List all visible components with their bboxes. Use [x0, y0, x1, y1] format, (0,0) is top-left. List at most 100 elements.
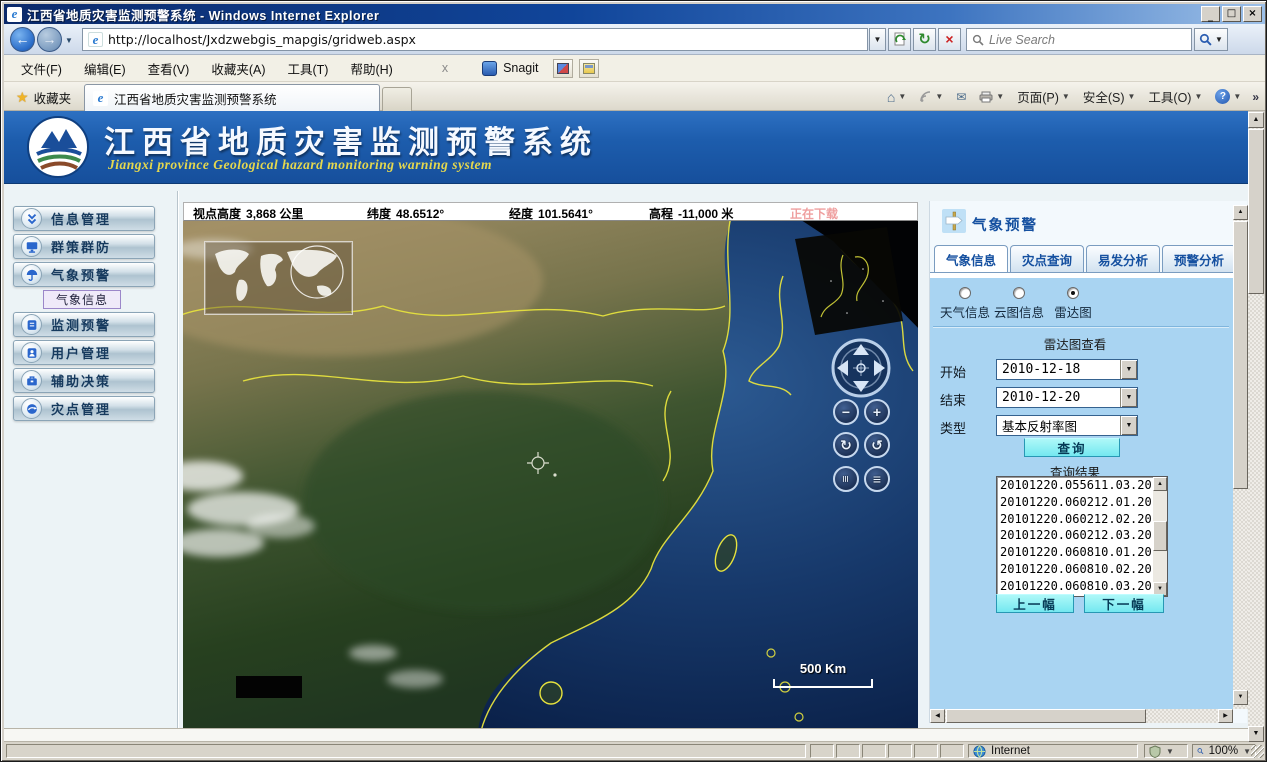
scroll-up-icon[interactable]: ▲: [1153, 477, 1167, 491]
globe-map-view[interactable]: − + ↻ ↺ ≡ ≡ 500 Km: [183, 221, 918, 731]
scroll-left-icon[interactable]: ◀: [930, 709, 945, 723]
list-item[interactable]: 20101220.060212.02.20.: [997, 511, 1167, 528]
minimize-button[interactable]: _: [1201, 6, 1220, 22]
snagit-label[interactable]: Snagit: [503, 61, 538, 75]
list-item[interactable]: 20101220.060810.02.20.: [997, 561, 1167, 578]
snagit-window-button[interactable]: [579, 59, 599, 78]
start-date-select[interactable]: 2010-12-18 ▼: [996, 359, 1138, 380]
list-item[interactable]: 20101220.055611.03.20.: [997, 477, 1167, 494]
radio-group-cloud[interactable]: 云图信息: [992, 287, 1046, 321]
results-listbox[interactable]: 20101220.055611.03.20. 20101220.060212.0…: [996, 476, 1168, 597]
maximize-button[interactable]: □: [1222, 6, 1241, 22]
tab-weather-info[interactable]: 气象信息: [934, 245, 1008, 272]
chevron-down-icon[interactable]: ▼: [1120, 360, 1137, 379]
address-dropdown-button[interactable]: ▼: [869, 28, 886, 51]
scroll-down-icon[interactable]: ▼: [1248, 726, 1264, 742]
search-input[interactable]: Live Search: [966, 28, 1192, 51]
zoom-level-cell[interactable]: 100% ▼: [1192, 744, 1256, 758]
print-button[interactable]: ▼: [977, 89, 1006, 105]
page-vertical-scrollbar[interactable]: ▲ ▼: [1248, 112, 1264, 742]
address-input[interactable]: e http://localhost/Jxdzwebgis_mapgis/gri…: [82, 28, 868, 51]
help-menu[interactable]: ?▼: [1213, 87, 1243, 106]
tilt-button[interactable]: ≡: [833, 466, 859, 492]
stop-button[interactable]: ×: [938, 28, 961, 51]
page-menu[interactable]: 页面(P)▼: [1015, 85, 1072, 108]
recent-pages-dropdown-icon[interactable]: ▼: [65, 36, 73, 45]
menu-file[interactable]: 文件(F): [10, 55, 73, 82]
radio-group-weather[interactable]: 天气信息: [938, 287, 992, 321]
home-button[interactable]: ⌂▼: [885, 87, 908, 107]
menu-edit[interactable]: 编辑(E): [73, 55, 137, 82]
toolbar-close-button[interactable]: x: [434, 57, 456, 79]
panel-vertical-scrollbar[interactable]: ▲ ▼: [1233, 205, 1248, 709]
overview-map[interactable]: [204, 241, 353, 315]
chevron-down-icon[interactable]: ▼: [1166, 747, 1174, 756]
scrollbar-thumb[interactable]: [1153, 521, 1167, 551]
layers-button[interactable]: ≡: [864, 466, 890, 492]
forward-button[interactable]: →: [37, 27, 62, 52]
radio-weather-info[interactable]: [959, 287, 971, 299]
scrollbar-thumb[interactable]: [1233, 221, 1248, 489]
panel-horizontal-scrollbar[interactable]: ◀ ▶: [930, 709, 1233, 723]
read-mail-button[interactable]: ✉: [954, 88, 968, 106]
browser-tab[interactable]: e 江西省地质灾害监测预警系统: [84, 84, 380, 111]
query-button[interactable]: 查询: [1024, 438, 1120, 457]
close-button[interactable]: ×: [1243, 6, 1262, 22]
list-item[interactable]: 20101220.060810.03.20.: [997, 578, 1167, 595]
scrollbar-thumb[interactable]: [946, 709, 1146, 723]
previous-image-button[interactable]: 上一幅: [996, 594, 1074, 613]
search-go-button[interactable]: ▼: [1194, 28, 1228, 51]
chevron-down-icon[interactable]: ▼: [1243, 747, 1251, 756]
sidebar-item-weather-warning[interactable]: 气象预警: [13, 262, 155, 287]
menu-help[interactable]: 帮助(H): [339, 55, 403, 82]
list-item[interactable]: 20101220.060810.01.20.: [997, 544, 1167, 561]
zoom-in-button[interactable]: +: [864, 399, 890, 425]
sidebar-item-group-prevention[interactable]: 群策群防: [13, 234, 155, 259]
scrollbar-thumb[interactable]: [1248, 129, 1264, 294]
tab-warning-analysis[interactable]: 预警分析: [1162, 245, 1233, 272]
zoom-out-button[interactable]: −: [833, 399, 859, 425]
sidebar-item-monitor-warning[interactable]: 监测预警: [13, 312, 155, 337]
radio-group-radar[interactable]: 雷达图: [1046, 287, 1100, 321]
tab-hazard-query[interactable]: 灾点查询: [1010, 245, 1084, 272]
tools-menu[interactable]: 工具(O)▼: [1146, 85, 1204, 108]
page-horizontal-scrollbar[interactable]: [4, 728, 1248, 742]
refresh-button[interactable]: ↻: [913, 28, 936, 51]
favorites-button[interactable]: ★ 收藏夹: [9, 86, 78, 108]
sidebar-item-hazard-point-management[interactable]: 灾点管理: [13, 396, 155, 421]
more-commands-icon[interactable]: »: [1252, 90, 1259, 104]
menu-view[interactable]: 查看(V): [137, 55, 201, 82]
type-select[interactable]: 基本反射率图 ▼: [996, 415, 1138, 436]
menu-tools[interactable]: 工具(T): [276, 55, 339, 82]
scroll-right-icon[interactable]: ▶: [1218, 709, 1233, 723]
radio-cloud-info[interactable]: [1013, 287, 1025, 299]
chevron-down-icon[interactable]: ▼: [1120, 416, 1137, 435]
resize-grip[interactable]: [1251, 745, 1264, 758]
chevron-down-icon[interactable]: ▼: [1120, 388, 1137, 407]
scroll-down-icon[interactable]: ▼: [1233, 690, 1248, 705]
end-date-select[interactable]: 2010-12-20 ▼: [996, 387, 1138, 408]
snagit-capture-button[interactable]: [553, 59, 573, 78]
back-button[interactable]: ←: [10, 27, 35, 52]
tab-susceptibility-analysis[interactable]: 易发分析: [1086, 245, 1160, 272]
compatibility-view-button[interactable]: [888, 28, 911, 51]
menu-favorites[interactable]: 收藏夹(A): [200, 55, 276, 82]
list-item[interactable]: 20101220.060212.03.20.: [997, 527, 1167, 544]
radio-radar-selected[interactable]: [1067, 287, 1079, 299]
scroll-up-icon[interactable]: ▲: [1248, 112, 1264, 128]
rotate-cw-button[interactable]: ↻: [833, 432, 859, 458]
scroll-up-icon[interactable]: ▲: [1233, 205, 1248, 220]
sidebar-item-user-management[interactable]: 用户管理: [13, 340, 155, 365]
sidebar-subitem-weather-info[interactable]: 气象信息: [43, 290, 121, 309]
protected-mode-cell[interactable]: ▼: [1144, 744, 1188, 758]
rotate-ccw-button[interactable]: ↺: [864, 432, 890, 458]
sidebar-item-info-management[interactable]: 信息管理: [13, 206, 155, 231]
new-tab-button[interactable]: [382, 87, 412, 111]
sidebar-item-decision-support[interactable]: 辅助决策: [13, 368, 155, 393]
pan-compass-control[interactable]: [830, 337, 892, 399]
safety-menu[interactable]: 安全(S)▼: [1081, 85, 1138, 108]
next-image-button[interactable]: 下一幅: [1084, 594, 1164, 613]
list-item[interactable]: 20101220.060212.01.20.: [997, 494, 1167, 511]
listbox-scrollbar[interactable]: ▲ ▼: [1153, 477, 1167, 596]
search-options-dropdown-icon[interactable]: ▼: [1215, 35, 1223, 44]
